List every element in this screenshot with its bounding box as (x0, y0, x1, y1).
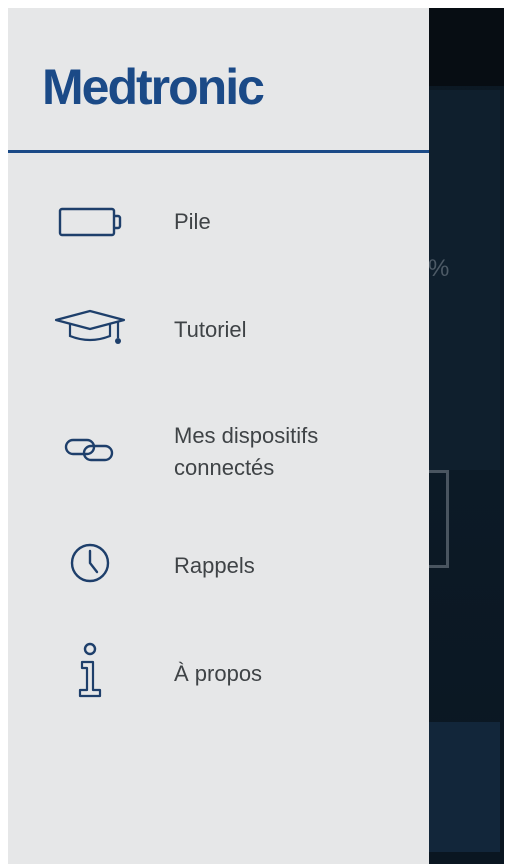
menu-item-pile[interactable]: Pile (8, 198, 429, 248)
menu-item-mes-dispositifs-connectes[interactable]: Mes dispositifs connectés (8, 410, 429, 490)
menu-item-rappels[interactable]: Rappels (8, 538, 429, 594)
graduation-cap-icon (50, 308, 130, 348)
menu-item-label: Rappels (174, 553, 255, 578)
link-icon (50, 430, 130, 470)
menu-item-label: Tutoriel (174, 317, 247, 342)
menu-item-label: Pile (174, 209, 211, 234)
navigation-drawer: Medtronic Pile Tutoriel Mes dispositifs … (8, 8, 429, 864)
menu-item-a-propos[interactable]: À propos (8, 642, 429, 702)
drawer-header: Medtronic (8, 8, 429, 153)
background-percent-text: % (428, 255, 450, 282)
battery-icon (50, 204, 130, 240)
menu-item-label: À propos (174, 661, 263, 686)
info-icon (50, 642, 130, 700)
medtronic-logo: Medtronic (42, 59, 265, 115)
app-screen: % Medtronic Pile Tutoriel Mes dispositif… (8, 8, 504, 864)
clock-icon (50, 540, 130, 586)
menu-item-tutoriel[interactable]: Tutoriel (8, 304, 429, 354)
menu-item-label: Mes dispositifs connectés (174, 423, 319, 480)
